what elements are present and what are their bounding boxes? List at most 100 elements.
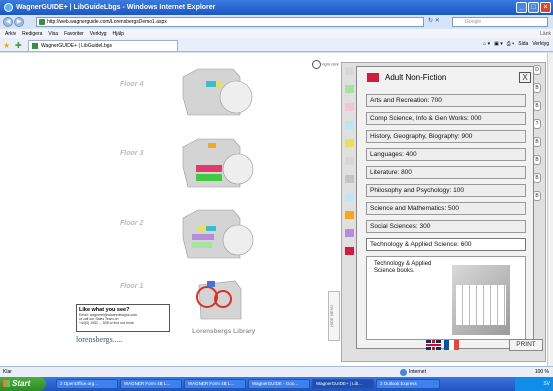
vertical-scrollbar[interactable] [547, 53, 553, 366]
popup-header: Adult Non-Fiction X [357, 67, 535, 87]
search-placeholder: Google [465, 19, 482, 25]
category-item-comp-science[interactable]: Comp Science, Info & Gen Works: 000 [366, 112, 526, 125]
category-item-social-sciences[interactable]: Social Sciences: 300 [366, 220, 526, 233]
side-button[interactable]: B [533, 155, 541, 165]
taskbar-item[interactable]: 2 OpenOffice.org... [56, 379, 118, 389]
category-item-technology[interactable]: Technology & Applied Science: 600 [366, 238, 526, 251]
side-button[interactable]: ? [533, 119, 541, 129]
uk-flag-icon[interactable] [426, 340, 441, 350]
zone-label: Internet [409, 369, 426, 375]
floor-1-plan[interactable] [195, 279, 255, 323]
menu-item-tools[interactable]: Verktyg [90, 31, 107, 37]
maximize-button[interactable]: □ [528, 2, 539, 13]
category-strip[interactable] [345, 157, 354, 165]
library-name: Lorensbergs Library [192, 328, 256, 335]
keyboard-image [452, 265, 510, 335]
category-item-science[interactable]: Science and Mathematics: 500 [366, 202, 526, 215]
right-click-text: right click [322, 61, 339, 67]
address-url: http://web.wagnerguide.com/LorensbergsDe… [47, 19, 167, 25]
windows-logo-icon [3, 380, 10, 387]
category-strip[interactable] [345, 103, 354, 111]
window-controls: _ □ × [516, 2, 551, 13]
category-strip[interactable] [345, 247, 354, 255]
category-description: Technology & Applied Science books. [366, 256, 526, 340]
tab-bar: ★ ✚ WagnerGUIDE+ | LibGuideLbgs ⌂ ▾ ▣ ▾ … [0, 38, 553, 52]
right-click-hint: right click [312, 60, 339, 69]
tab-label: WagnerGUIDE+ | LibGuideLbgs [41, 43, 113, 49]
taskbar-item[interactable]: WagnerGUIDE - Goo... [248, 379, 310, 389]
floor-2-label: Floor 2 [120, 220, 144, 227]
menu-item-help[interactable]: Hjälp [112, 31, 123, 37]
command-bar: ⌂ ▾ ▣ ▾ ⎙ ▾ Sida Verktyg [483, 41, 549, 47]
france-flag-icon[interactable] [444, 340, 459, 350]
system-tray: SV [515, 377, 553, 391]
internet-explorer-icon [4, 3, 13, 12]
category-item-history[interactable]: History, Geography, Biography: 900 [366, 130, 526, 143]
lorensbergs-logo: lorensbergs..... [76, 335, 123, 344]
contact-ad-box: Like what you see? Email: wagnerel@wicar… [76, 304, 170, 332]
category-strip[interactable] [345, 139, 354, 147]
windows-taskbar: Start 2 OpenOffice.org... WAGNER Form 4B… [0, 377, 553, 391]
language-flags [426, 340, 459, 350]
page-menu[interactable]: Sida [518, 41, 528, 47]
print-button[interactable]: PRINT [509, 339, 543, 351]
refresh-stop-buttons[interactable]: ↻ ✕ [428, 17, 450, 27]
category-strip[interactable] [345, 85, 354, 93]
window-title-bar: WagnerGUIDE+ | LibGuideLbgs - Windows In… [0, 0, 553, 15]
menu-item-edit[interactable]: Redigera [22, 31, 42, 37]
forward-button[interactable]: ▶ [14, 17, 24, 27]
side-button[interactable]: B [533, 101, 541, 111]
floor-1-label: Floor 1 [120, 283, 144, 290]
menu-item-view[interactable]: Visa [48, 31, 58, 37]
popup-close-button[interactable]: X [519, 72, 531, 83]
category-strip[interactable] [345, 211, 354, 219]
taskbar-item[interactable]: WAGNER Form 4B L... [184, 379, 246, 389]
floor-4-plan[interactable] [178, 67, 258, 119]
start-button[interactable]: Start [0, 377, 46, 391]
tab-wagnerguide[interactable]: WagnerGUIDE+ | LibGuideLbgs [28, 40, 178, 51]
category-strip[interactable] [345, 193, 354, 201]
favorites-star-icon[interactable]: ★ [3, 41, 10, 50]
taskbar-item-active[interactable]: WagnerGUIDE+ | Lib... [312, 379, 374, 389]
category-strip[interactable] [345, 121, 354, 129]
side-button[interactable]: B [533, 137, 541, 147]
globe-icon [400, 368, 407, 376]
category-item-arts[interactable]: Arts and Recreation: 700 [366, 94, 526, 107]
side-button[interactable]: B [533, 191, 541, 201]
floor-2-plan[interactable] [178, 208, 258, 262]
taskbar-item[interactable]: 3 Outlook Express [376, 379, 440, 389]
popup-title: Adult Non-Fiction [385, 73, 447, 82]
back-button[interactable]: ◀ [3, 17, 13, 27]
zoom-level[interactable]: 100 % [535, 369, 549, 375]
category-item-languages[interactable]: Languages: 400 [366, 148, 526, 161]
tab-page-icon [32, 43, 38, 49]
address-toolbar: ◀ ▶ http://web.wagnerguide.com/Lorensber… [0, 15, 553, 29]
status-text: Klar [3, 369, 12, 375]
category-color-swatch [367, 73, 379, 82]
feeds-icon[interactable]: ▣ ▾ [494, 41, 503, 47]
category-strip[interactable] [345, 67, 354, 75]
links-label[interactable]: Länk [540, 31, 551, 37]
category-item-literature[interactable]: Literature: 800 [366, 166, 526, 179]
taskbar-item[interactable]: WAGNER Form 4B L... [120, 379, 182, 389]
close-window-button[interactable]: × [540, 2, 551, 13]
side-button[interactable]: B [533, 173, 541, 183]
menu-item-file[interactable]: Arkiv [5, 31, 16, 37]
floor-3-plan[interactable] [178, 137, 258, 191]
floor-4-label: Floor 4 [120, 81, 144, 88]
minimize-button[interactable]: _ [516, 2, 527, 13]
window-title: WagnerGUIDE+ | LibGuideLbgs - Windows In… [16, 4, 216, 11]
home-icon[interactable]: ⌂ ▾ [483, 41, 490, 47]
category-strip[interactable] [345, 175, 354, 183]
add-favorite-icon[interactable]: ✚ [15, 41, 22, 50]
category-item-philosophy[interactable]: Philosophy and Psychology: 100 [366, 184, 526, 197]
floor-3-label: Floor 3 [120, 150, 144, 157]
page-content: Floor 4 Floor 3 Floor 2 Floor 1 right cl… [0, 53, 547, 366]
address-input[interactable]: http://web.wagnerguide.com/LorensbergsDe… [36, 17, 424, 27]
tools-menu[interactable]: Verktyg [532, 41, 549, 47]
hide-menu-tab[interactable]: HIDE MENU [328, 291, 340, 341]
search-input[interactable]: Google [452, 17, 548, 27]
category-strip[interactable] [345, 229, 354, 237]
menu-item-favorites[interactable]: Favoriter [64, 31, 84, 37]
print-icon[interactable]: ⎙ ▾ [507, 41, 515, 47]
